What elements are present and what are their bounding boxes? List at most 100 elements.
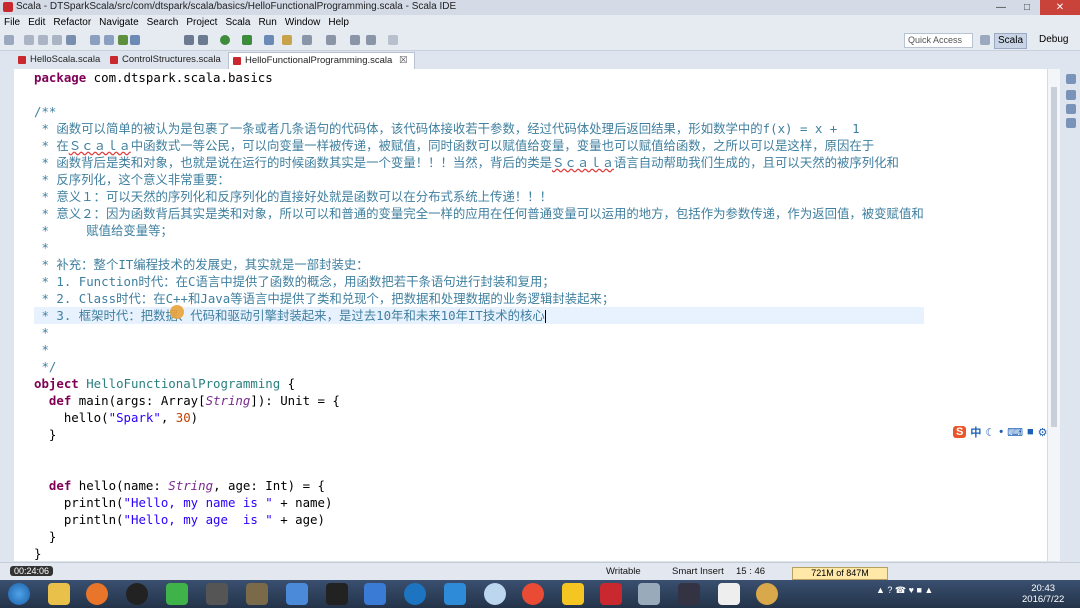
menu-run[interactable]: Run (254, 15, 280, 31)
code-line: * 2. Class时代：在C++和Java等语言中提供了类和兑现个，把数据和处… (34, 291, 615, 306)
menu-file[interactable]: File (0, 15, 24, 31)
string-literal: "Hello, my name is " (123, 495, 273, 510)
k-app-icon[interactable] (404, 583, 426, 605)
tab-control-structures[interactable]: ControlStructures.scala (106, 52, 227, 68)
keyword: object (34, 376, 79, 391)
save-all-icon[interactable] (38, 35, 48, 45)
pin-icon[interactable] (388, 35, 398, 45)
console-view-icon[interactable] (1066, 118, 1076, 128)
skip-breakpoints-icon[interactable] (184, 35, 194, 45)
pen-app-icon[interactable] (364, 583, 386, 605)
menu-refactor[interactable]: Refactor (49, 15, 95, 31)
new-class-icon[interactable] (130, 35, 140, 45)
sogou-ime-icon[interactable]: S (953, 426, 967, 438)
open-type-icon[interactable] (264, 35, 274, 45)
network-app-icon[interactable] (444, 583, 466, 605)
task-list-icon[interactable] (1066, 90, 1076, 100)
clock-time: 20:43 (1031, 583, 1056, 594)
maximize-icon[interactable]: □ (1014, 0, 1040, 15)
menu-project[interactable]: Project (182, 15, 221, 31)
back-icon[interactable] (350, 35, 360, 45)
code-line: * 函数可以简单的被认为是包裹了一条或者几条语句的代码体，该代码体接收若干参数，… (34, 121, 860, 136)
forward-icon[interactable] (366, 35, 376, 45)
close-tab-icon[interactable]: ☒ (399, 55, 408, 66)
comment-text: * 在 (34, 138, 69, 153)
stack-app-icon[interactable] (206, 583, 228, 605)
code-line: } (34, 546, 42, 561)
code-line: * (34, 240, 49, 255)
new-package-icon[interactable] (118, 35, 128, 45)
menu-search[interactable]: Search (143, 15, 183, 31)
scala-file-icon (18, 56, 26, 64)
chrome-icon[interactable] (522, 583, 544, 605)
new-icon[interactable] (4, 35, 14, 45)
open-perspective-icon[interactable] (980, 35, 990, 45)
menu-scala[interactable]: Scala (221, 15, 254, 31)
notepad-icon[interactable] (718, 583, 740, 605)
next-annotation-icon[interactable] (326, 35, 336, 45)
debug-tools-icon[interactable] (198, 35, 208, 45)
file-explorer-icon[interactable] (48, 583, 70, 605)
archive-icon[interactable] (246, 583, 268, 605)
start-button-icon[interactable] (8, 583, 30, 605)
scala-ide-taskbar-icon[interactable] (638, 583, 660, 605)
menu-navigate[interactable]: Navigate (95, 15, 142, 31)
minimize-icon[interactable]: — (988, 0, 1014, 15)
globe-icon[interactable] (484, 583, 506, 605)
ime-mode-label[interactable]: 中 (970, 424, 981, 440)
code-line: * 1. Function时代：在C语言中提供了函数的概念，用函数把若干条语句进… (34, 274, 555, 289)
code-text: main(args: Array[ (71, 393, 206, 408)
run-icon[interactable] (220, 35, 230, 45)
media-player-icon[interactable] (126, 583, 148, 605)
skin-icon[interactable]: ■ (1027, 426, 1034, 438)
video-app-icon[interactable] (600, 583, 622, 605)
code-text: , (160, 410, 176, 425)
search-icon[interactable] (282, 35, 292, 45)
code-line: * (34, 325, 49, 340)
tray-icons[interactable]: ▲ ? ☎ ♥ ■ ▲ (876, 585, 933, 596)
scala-worksheet-icon[interactable] (90, 35, 100, 45)
close-window-icon[interactable]: ✕ (1040, 0, 1080, 15)
perspective-scala[interactable]: Scala (994, 33, 1028, 49)
keyword: def (48, 478, 72, 493)
annotation-nav-icon[interactable] (302, 35, 312, 45)
tab-hello-scala[interactable]: HelloScala.scala (14, 52, 106, 68)
code-editor[interactable]: package com.dtspark.scala.basics /** * 函… (14, 69, 1047, 561)
console-icon[interactable] (66, 35, 76, 45)
interpreter-icon[interactable] (104, 35, 114, 45)
perspective-debug[interactable]: Debug (1036, 33, 1071, 47)
owl-app-icon[interactable] (756, 583, 778, 605)
outline-view-icon[interactable] (1066, 74, 1076, 84)
overview-ruler[interactable] (1047, 69, 1060, 561)
problems-view-icon[interactable] (1066, 104, 1076, 114)
punctuation-icon[interactable]: • (999, 426, 1003, 438)
moon-icon[interactable]: ☾ (985, 426, 995, 439)
writable-status: Writable (606, 566, 641, 577)
intellij-icon[interactable] (326, 583, 348, 605)
code-text: println( (34, 495, 124, 510)
firefox-icon[interactable] (86, 583, 108, 605)
clock-date: 2016/7/22 (1022, 594, 1065, 605)
debug-icon[interactable] (242, 35, 252, 45)
quick-access-field[interactable]: Quick Access (904, 33, 973, 48)
heap-status[interactable]: 721M of 847M (792, 567, 888, 580)
maps-icon[interactable] (286, 583, 308, 605)
menu-window[interactable]: Window (281, 15, 325, 31)
wechat-icon[interactable] (166, 583, 188, 605)
tab-hello-functional-programming[interactable]: HelloFunctionalProgramming.scala ☒ (228, 52, 415, 69)
save-icon[interactable] (24, 35, 34, 45)
settings-icon[interactable]: ⚙ (1038, 426, 1048, 439)
mouse-pointer-highlight (170, 305, 184, 319)
string-literal: "Hello, my age is " (123, 512, 273, 527)
teamviewer-icon[interactable] (678, 583, 700, 605)
clock[interactable]: 20:43 2016/7/22 (1022, 583, 1064, 605)
menu-help[interactable]: Help (324, 15, 353, 31)
qq-icon[interactable] (562, 583, 584, 605)
vertical-scrollbar-thumb[interactable] (1051, 87, 1057, 427)
keyword: def (48, 393, 72, 408)
keyboard-icon[interactable]: ⌨ (1007, 426, 1023, 439)
menu-edit[interactable]: Edit (24, 15, 49, 31)
print-icon[interactable] (52, 35, 62, 45)
